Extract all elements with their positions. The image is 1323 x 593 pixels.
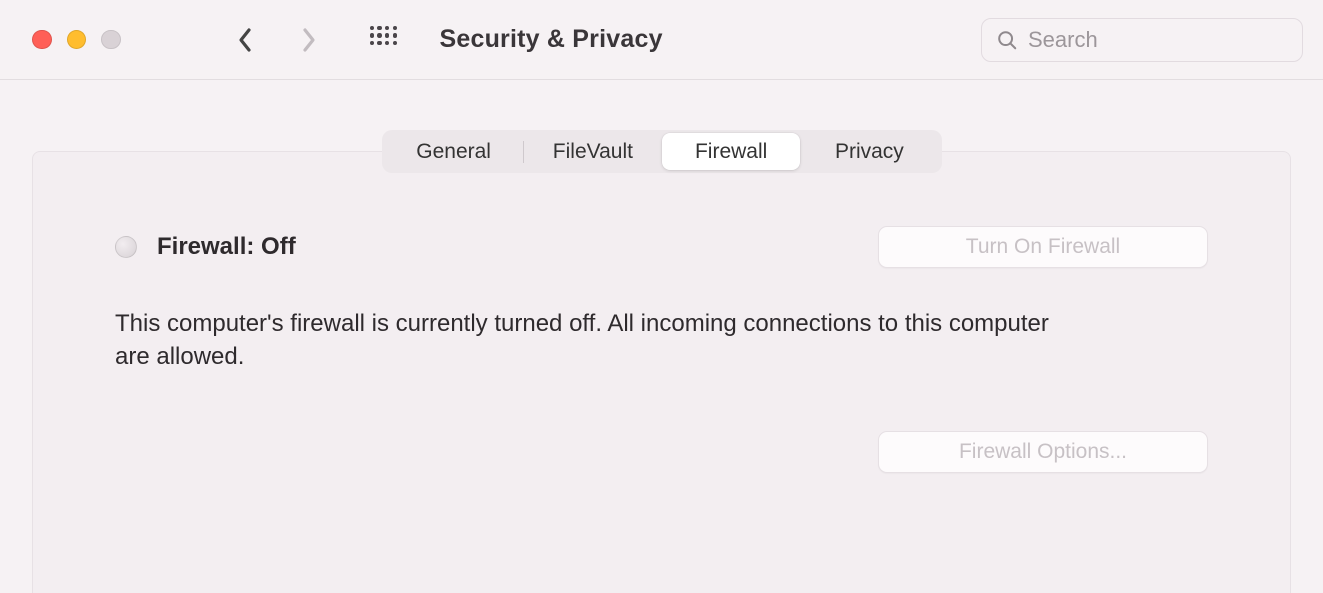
grid-dot-icon [377, 41, 382, 46]
search-icon [996, 29, 1018, 51]
grid-dot-icon [370, 41, 375, 46]
turn-on-firewall-button[interactable]: Turn On Firewall [878, 226, 1208, 268]
button-label: Firewall Options... [959, 440, 1127, 464]
button-label: Turn On Firewall [966, 235, 1120, 259]
firewall-options-button[interactable]: Firewall Options... [878, 431, 1208, 473]
grid-dot-icon [377, 33, 382, 38]
firewall-description: This computer's firewall is currently tu… [115, 308, 1075, 373]
chevron-right-icon [301, 27, 317, 53]
grid-dot-icon [385, 26, 390, 31]
close-window-button[interactable] [32, 30, 52, 50]
tab-firewall[interactable]: Firewall [662, 133, 800, 170]
grid-dot-icon [393, 41, 398, 46]
grid-dot-icon [393, 26, 398, 31]
grid-dot-icon [393, 33, 398, 38]
back-button[interactable] [236, 27, 254, 53]
tab-bar: General FileVault Firewall Privacy [382, 130, 942, 173]
tab-privacy[interactable]: Privacy [800, 133, 938, 170]
traffic-lights [32, 30, 121, 50]
status-indicator-icon [115, 236, 137, 258]
tab-label: Privacy [835, 140, 904, 164]
firewall-status-row: Firewall: Off Turn On Firewall [115, 226, 1208, 268]
content-panel: Firewall: Off Turn On Firewall This comp… [32, 151, 1291, 593]
grid-dot-icon [385, 41, 390, 46]
search-box[interactable] [981, 18, 1303, 62]
minimize-window-button[interactable] [67, 30, 87, 50]
search-input[interactable] [1028, 27, 1288, 53]
tab-filevault[interactable]: FileVault [524, 133, 662, 170]
grid-dot-icon [377, 26, 382, 31]
window-title: Security & Privacy [440, 25, 663, 54]
firewall-status-label: Firewall: Off [157, 233, 296, 261]
grid-dot-icon [370, 33, 375, 38]
tab-label: FileVault [553, 140, 633, 164]
grid-dot-icon [370, 26, 375, 31]
nav-arrows [236, 27, 318, 53]
tab-label: Firewall [695, 140, 767, 164]
zoom-window-button[interactable] [101, 30, 121, 50]
forward-button[interactable] [300, 27, 318, 53]
show-all-button[interactable] [370, 26, 398, 54]
grid-dot-icon [385, 33, 390, 38]
tab-general[interactable]: General [385, 133, 523, 170]
tab-label: General [416, 140, 491, 164]
chevron-left-icon [237, 27, 253, 53]
titlebar: Security & Privacy [0, 0, 1323, 80]
